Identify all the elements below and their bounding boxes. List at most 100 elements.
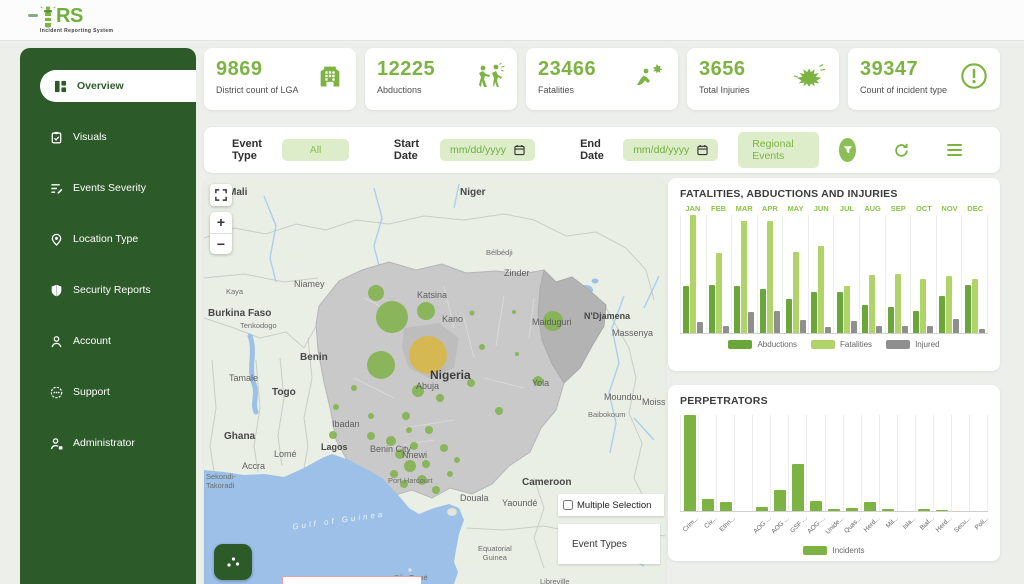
category-label-cell: AOG ... bbox=[807, 512, 825, 540]
stat-card-abductions: 12225 Abductions bbox=[365, 48, 517, 110]
menu-button[interactable] bbox=[947, 144, 962, 157]
bar-abductions bbox=[913, 311, 919, 333]
start-date-label: Start Date bbox=[394, 138, 430, 162]
bar-injured bbox=[800, 320, 806, 333]
bar-injured bbox=[902, 326, 908, 333]
shield-icon bbox=[50, 284, 63, 297]
refresh-icon bbox=[894, 143, 909, 158]
bar-injured bbox=[697, 322, 703, 333]
bar-injured bbox=[876, 326, 882, 333]
bar-injured bbox=[774, 311, 780, 333]
category-label: AOG ... bbox=[770, 515, 790, 535]
legend-item: Incidents bbox=[803, 546, 864, 555]
chart-column bbox=[969, 415, 988, 511]
bar-fatalities bbox=[767, 221, 773, 333]
monthly-chart-months: JANFEBMARAPRMAYJUNJULAUGSEPOCTNOVDEC bbox=[680, 204, 988, 213]
map-label: Benin bbox=[300, 352, 328, 363]
sidebar-item-overview[interactable]: Overview bbox=[40, 70, 196, 102]
event-types-box[interactable]: Event Types bbox=[558, 524, 660, 564]
map-label: Moundou bbox=[604, 392, 642, 402]
sidebar-item-location-type[interactable]: Location Type bbox=[20, 223, 196, 255]
event-type-select[interactable]: All bbox=[282, 139, 349, 161]
bar-abductions bbox=[709, 285, 715, 333]
chart-column bbox=[861, 415, 879, 511]
sidebar-item-account[interactable]: Account bbox=[20, 325, 196, 357]
bar-abductions bbox=[837, 292, 843, 333]
sidebar-item-label: Events Severity bbox=[73, 182, 146, 194]
brand-name: RS bbox=[56, 4, 83, 28]
map-label: Maiduguri bbox=[532, 317, 572, 327]
multiple-selection-checkbox[interactable] bbox=[563, 500, 573, 510]
chart-column bbox=[936, 215, 962, 333]
month-label: AUG bbox=[860, 204, 886, 213]
legend-label: Fatalities bbox=[840, 340, 872, 349]
bar-abductions bbox=[862, 305, 868, 333]
sidebar-item-events-severity[interactable]: Events Severity bbox=[20, 172, 196, 204]
scatter-dots-icon bbox=[226, 556, 240, 568]
sidebar-item-label: Administrator bbox=[73, 437, 135, 449]
chart-column bbox=[731, 215, 757, 333]
bar-fatalities bbox=[818, 246, 824, 333]
clipboard-check-icon bbox=[50, 131, 63, 144]
category-label-cell: Civ... bbox=[698, 512, 716, 540]
start-date-input[interactable]: mm/dd/yyyy bbox=[440, 139, 535, 161]
map-label: Moissala bbox=[642, 397, 665, 407]
calendar-icon bbox=[514, 144, 525, 156]
map-label: Massenya bbox=[612, 328, 653, 338]
start-date-value: mm/dd/yyyy bbox=[450, 144, 506, 156]
stat-card-lga: 9869 District count of LGA bbox=[204, 48, 356, 110]
bar-fatalities bbox=[895, 274, 901, 333]
map-label: Yaoundé bbox=[502, 498, 537, 508]
bar-incidents bbox=[810, 501, 822, 511]
map-label: Ibadan bbox=[332, 419, 360, 429]
end-date-input[interactable]: mm/dd/yyyy bbox=[623, 139, 718, 161]
map-label: Zinder bbox=[504, 268, 530, 278]
chart-column bbox=[782, 215, 808, 333]
map-label: Katsina bbox=[417, 290, 447, 300]
chart-column bbox=[910, 215, 936, 333]
sidebar-item-label: Security Reports bbox=[73, 284, 151, 296]
legend-swatch bbox=[886, 340, 910, 349]
multiple-selection-label: Multiple Selection bbox=[577, 500, 651, 511]
end-date-value: mm/dd/yyyy bbox=[633, 144, 689, 156]
sidebar-item-security-reports[interactable]: Security Reports bbox=[20, 274, 196, 306]
perpetrators-chart-card: PERPETRATORS Crim...Civ...Ethn...AOG ...… bbox=[668, 385, 1000, 561]
bar-incidents bbox=[864, 502, 876, 511]
zoom-out-button[interactable]: − bbox=[210, 234, 232, 255]
bar-incidents bbox=[828, 509, 840, 511]
category-label-cell: Isla... bbox=[898, 512, 916, 540]
legend-label: Incidents bbox=[832, 546, 864, 555]
category-label-cell: GSF ... bbox=[789, 512, 807, 540]
bar-incidents bbox=[792, 464, 804, 511]
regional-events-toggle[interactable]: Regional Events bbox=[738, 132, 819, 168]
apply-filter-button[interactable] bbox=[839, 138, 856, 162]
zoom-in-button[interactable]: + bbox=[210, 212, 232, 234]
chart-column bbox=[680, 215, 706, 333]
month-label: JAN bbox=[680, 204, 706, 213]
fullscreen-button[interactable] bbox=[210, 184, 232, 206]
sidebar-item-visuals[interactable]: Visuals bbox=[20, 121, 196, 153]
end-date-label: End Date bbox=[580, 138, 613, 162]
sidebar-item-label: Overview bbox=[77, 80, 124, 92]
bar-abductions bbox=[965, 285, 971, 333]
map-label: Sekondi- Takoradi bbox=[206, 472, 236, 490]
bar-injured bbox=[927, 326, 933, 333]
map-panel[interactable]: MaliNigerBélbédjiZinderNiameyKayaBurkina… bbox=[204, 178, 665, 584]
bar-incidents bbox=[774, 490, 786, 511]
abduction-icon bbox=[473, 62, 505, 93]
bar-fatalities bbox=[972, 279, 978, 333]
month-label: MAR bbox=[731, 204, 757, 213]
bar-incidents bbox=[756, 507, 768, 511]
map-layers-button[interactable] bbox=[214, 544, 252, 580]
monthly-chart-card: FATALITIES, ABDUCTIONS AND INJURIES JANF… bbox=[668, 178, 1000, 371]
sidebar-item-administrator[interactable]: Administrator bbox=[20, 427, 196, 459]
bar-injured bbox=[851, 321, 857, 333]
refresh-button[interactable] bbox=[894, 143, 909, 158]
sidebar-item-support[interactable]: Support bbox=[20, 376, 196, 408]
stat-cards-row: 9869 District count of LGA 12225 Abducti… bbox=[204, 48, 1000, 110]
category-label-cell: Biaf... bbox=[916, 512, 934, 540]
map-label: Port Harcourt bbox=[388, 476, 433, 485]
bar-incidents bbox=[936, 510, 948, 511]
map-attribution-bar bbox=[282, 576, 422, 584]
monthly-chart-title: FATALITIES, ABDUCTIONS AND INJURIES bbox=[680, 188, 988, 200]
